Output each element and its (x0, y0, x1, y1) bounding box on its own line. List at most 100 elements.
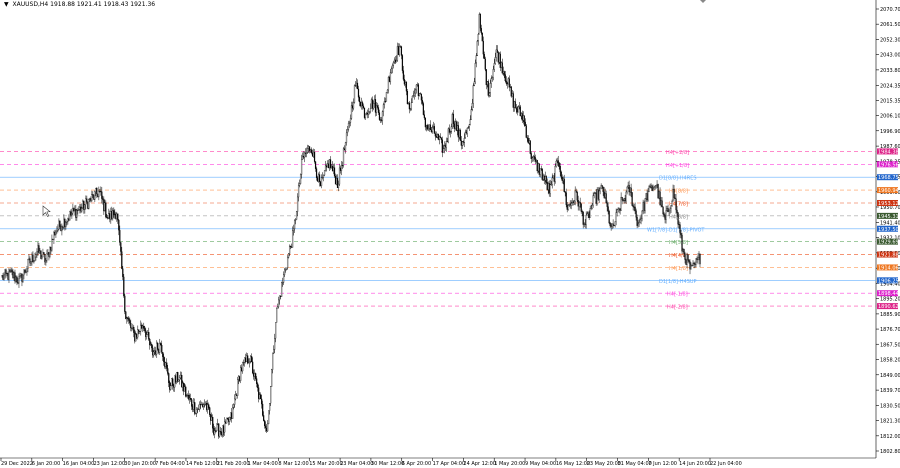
price-tag-label: 1937.50 (878, 227, 899, 233)
candle-body (598, 190, 600, 200)
y-tick-label: 1802.80 (880, 449, 900, 455)
candle-body (226, 417, 228, 424)
candle-body (207, 404, 209, 410)
candle-body (699, 253, 701, 265)
candle-body (62, 226, 64, 228)
candle-body (411, 95, 414, 103)
candle-body (234, 398, 236, 405)
candle-body (611, 223, 613, 227)
y-tick-label: 2052.30 (880, 37, 900, 43)
candle-body (474, 62, 476, 82)
candle-body (41, 256, 43, 259)
candle-body (557, 160, 559, 164)
candle-body (664, 214, 666, 220)
candle-body (124, 295, 126, 312)
candle-body (252, 361, 254, 374)
x-tick-label: 23 Mar 04:00 (340, 461, 373, 467)
candle-body (105, 202, 107, 218)
candle-body (91, 194, 93, 201)
candle-body (235, 394, 237, 400)
candle-body (600, 185, 602, 189)
price-tag-label: 1906.25 (878, 278, 899, 284)
candle-body (85, 198, 87, 205)
candle-body (483, 54, 485, 60)
candle-body (20, 273, 22, 276)
y-tick-label: 2043.00 (880, 53, 900, 59)
candle-body (445, 140, 447, 148)
candle-body (544, 176, 546, 181)
candle-body (270, 386, 272, 404)
candle-body (5, 269, 7, 274)
y-tick-label: 1821.30 (880, 418, 900, 424)
candle-body (682, 249, 684, 252)
candle-body (460, 140, 462, 146)
candle-body (94, 191, 96, 200)
candle-body (430, 129, 432, 133)
candle-body (642, 202, 644, 212)
candle-body (314, 161, 317, 169)
candle-body (651, 185, 653, 191)
candle-body (127, 317, 129, 319)
candle-body (26, 268, 28, 273)
candle-body (578, 202, 580, 207)
candle-body (29, 258, 31, 264)
collapse-triangle-icon[interactable]: ▼ (4, 1, 9, 8)
price-tag-label: 1890.62 (878, 304, 899, 310)
y-tick-label: 1895.20 (880, 297, 900, 303)
candle-body (404, 82, 407, 85)
candle-body (79, 206, 81, 210)
candle-body (689, 261, 691, 270)
candle-body (287, 253, 290, 258)
candle-body (472, 85, 474, 104)
price-chart[interactable]: H4[+2/8]H4[+1/8]D1[8/8]-H4RESH4[8/8]H4[7… (0, 0, 900, 468)
level-label: D1[1/8]-H4SUP (659, 279, 697, 285)
candle-body (568, 204, 570, 206)
candle-body (126, 317, 128, 320)
candle-body (476, 40, 478, 56)
candle-body (230, 412, 232, 418)
candle-body (631, 192, 633, 206)
candle-body (555, 160, 557, 167)
candle-body (316, 177, 319, 182)
candle-body (573, 201, 575, 203)
candle-body (675, 198, 677, 211)
candle-body (118, 219, 120, 231)
candle-body (383, 101, 386, 105)
candle-body (521, 113, 523, 121)
candle-body (516, 108, 518, 113)
candle-body (599, 187, 601, 192)
candle-body (597, 189, 599, 200)
candle-body (194, 402, 196, 414)
candle-body (390, 68, 393, 73)
candle-body (327, 163, 330, 169)
candle-body (548, 183, 550, 194)
candle-body (529, 140, 531, 154)
candle-body (271, 369, 273, 387)
candle-body (679, 224, 681, 234)
candle-body (70, 211, 72, 216)
candle-body (221, 431, 223, 436)
candle-body (216, 423, 218, 432)
candle-body (435, 136, 437, 138)
candle-body (53, 232, 55, 240)
candle-body (605, 193, 607, 203)
candle-body (507, 78, 509, 85)
candle-body (202, 404, 204, 407)
candle-body (177, 372, 179, 382)
candle-body (312, 151, 315, 157)
candle-body (643, 202, 645, 211)
candle-body (78, 209, 80, 211)
candle-body (106, 216, 108, 219)
candle-body (336, 178, 339, 189)
candle-body (352, 102, 355, 109)
candle-body (103, 199, 105, 212)
candle-body (596, 189, 598, 204)
candle-body (347, 123, 350, 130)
candle-body (479, 13, 481, 29)
price-tag-label: 1898.44 (878, 291, 899, 297)
candle-body (683, 249, 685, 254)
candle-body (426, 125, 428, 130)
candle-body (512, 93, 514, 108)
candle-body (247, 355, 249, 364)
candle-body (667, 208, 669, 212)
